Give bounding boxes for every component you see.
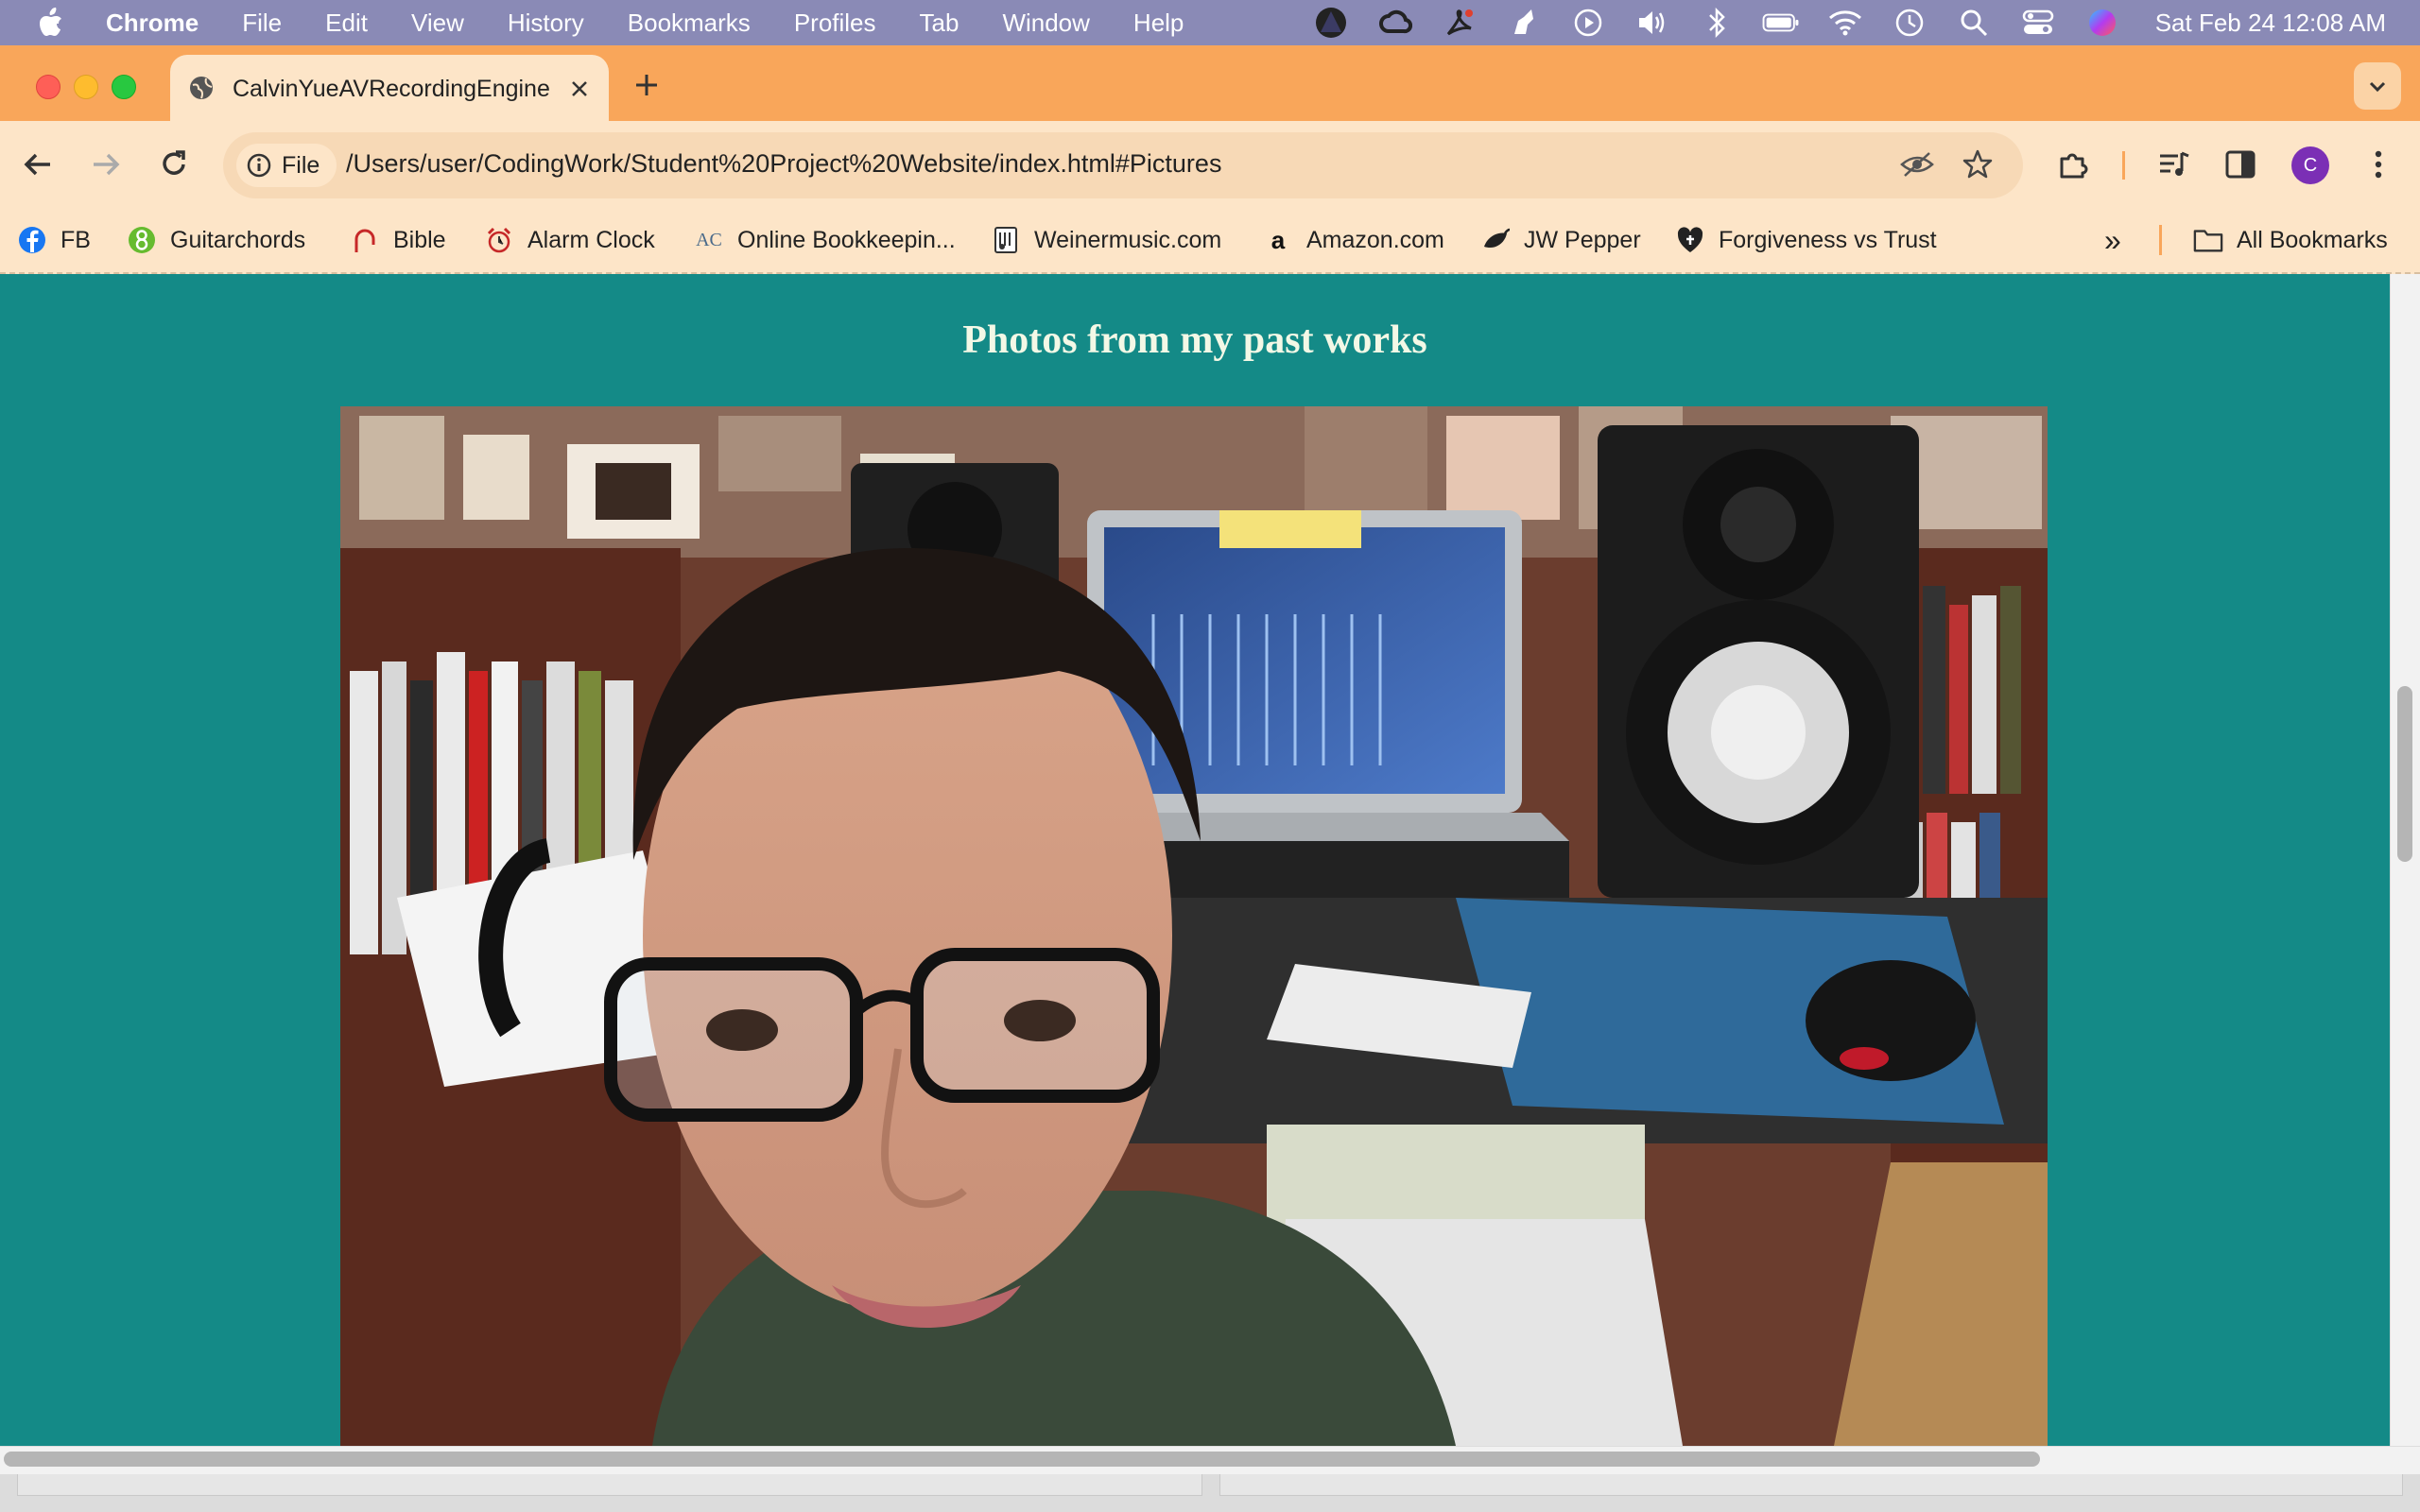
- menu-window[interactable]: Window: [1002, 9, 1089, 38]
- bookmark-online-bookkeeping[interactable]: AC Online Bookkeepin...: [694, 219, 956, 261]
- bookmark-star-icon[interactable]: [1957, 144, 1998, 185]
- macos-menu-bar: Chrome File Edit View History Bookmarks …: [0, 0, 2420, 45]
- back-button[interactable]: [17, 144, 59, 185]
- all-bookmarks-label: All Bookmarks: [2237, 226, 2388, 253]
- chrome-menu-icon[interactable]: [2358, 144, 2399, 185]
- acrobat-icon[interactable]: [1441, 4, 1478, 42]
- heart-shield-icon: [1675, 225, 1705, 255]
- bottom-panel-right: [1219, 1474, 2403, 1496]
- info-icon: [246, 152, 272, 179]
- wifi-icon[interactable]: [1826, 4, 1864, 42]
- time-machine-icon[interactable]: [1891, 4, 1928, 42]
- menu-help[interactable]: Help: [1133, 9, 1184, 38]
- bookmark-alarm-clock[interactable]: Alarm Clock: [484, 219, 655, 261]
- bookmark-label: Weinermusic.com: [1034, 226, 1222, 253]
- battery-icon[interactable]: [1762, 4, 1800, 42]
- toolbar-divider: [2122, 151, 2125, 180]
- horizontal-scrollbar-thumb[interactable]: [4, 1452, 2040, 1467]
- bookmarks-overflow-button[interactable]: »: [2104, 219, 2121, 261]
- forward-button[interactable]: [85, 144, 127, 185]
- bookmark-amazon[interactable]: a Amazon.com: [1263, 219, 1444, 261]
- bookmark-label: Alarm Clock: [527, 226, 655, 253]
- accounting-icon: AC: [696, 229, 722, 250]
- menu-bar-clock[interactable]: Sat Feb 24 12:08 AM: [2155, 9, 2386, 38]
- spotlight-search-icon[interactable]: [1955, 4, 1993, 42]
- reload-button[interactable]: [153, 144, 195, 185]
- profile-avatar[interactable]: C: [2291, 146, 2329, 184]
- bookmark-weinermusic[interactable]: Weinermusic.com: [991, 219, 1221, 261]
- window-close-button[interactable]: [36, 75, 60, 99]
- bookmark-label: Bible: [393, 226, 446, 253]
- control-center-icon[interactable]: [2019, 4, 2057, 42]
- side-panel-icon[interactable]: [2220, 144, 2261, 185]
- bookmark-forgiveness-vs-trust[interactable]: Forgiveness vs Trust: [1675, 219, 1937, 261]
- bookmark-label: Amazon.com: [1306, 226, 1444, 253]
- window-minimize-button[interactable]: [74, 75, 98, 99]
- section-heading: Photos from my past works: [962, 318, 1427, 362]
- bookmark-fb[interactable]: FB: [17, 219, 91, 261]
- bookmark-label: JW Pepper: [1524, 226, 1641, 253]
- tracking-protection-icon[interactable]: [1896, 144, 1938, 185]
- bookmark-jw-pepper[interactable]: JW Pepper: [1480, 219, 1641, 261]
- browser-tab[interactable]: CalvinYueAVRecordingEngine: [170, 55, 609, 123]
- folder-icon: [2193, 225, 2223, 255]
- globe-icon: [187, 74, 217, 104]
- vertical-scrollbar-thumb[interactable]: [2397, 686, 2412, 862]
- menu-chrome[interactable]: Chrome: [106, 9, 199, 38]
- menu-edit[interactable]: Edit: [325, 9, 368, 38]
- bookmark-label: Online Bookkeepin...: [737, 226, 956, 253]
- weinermusic-icon: [991, 225, 1021, 255]
- bookmark-bible[interactable]: Bible: [350, 219, 446, 261]
- bluetooth-icon[interactable]: [1698, 4, 1736, 42]
- facebook-icon: [17, 225, 47, 255]
- app-agent-icon[interactable]: [1505, 4, 1543, 42]
- tab-close-icon[interactable]: [567, 77, 592, 101]
- bookmark-label: FB: [60, 226, 91, 253]
- bookmark-label: Guitarchords: [170, 226, 306, 253]
- extensions-icon[interactable]: [2053, 144, 2095, 185]
- new-tab-button[interactable]: [628, 66, 666, 104]
- menu-profiles[interactable]: Profiles: [794, 9, 876, 38]
- studio-photo: [340, 406, 2048, 1446]
- alarm-clock-icon: [484, 225, 514, 255]
- window-bottom-edge: [0, 1474, 2420, 1512]
- creative-cloud-icon[interactable]: [1376, 4, 1414, 42]
- affinity-icon[interactable]: [1312, 4, 1350, 42]
- tab-search-button[interactable]: [2354, 62, 2401, 110]
- bookmark-label: Forgiveness vs Trust: [1719, 226, 1937, 253]
- tab-title: CalvinYueAVRecordingEngine: [233, 75, 550, 102]
- menu-tab[interactable]: Tab: [920, 9, 959, 38]
- play-icon[interactable]: [1569, 4, 1607, 42]
- menu-bookmarks[interactable]: Bookmarks: [628, 9, 751, 38]
- volume-icon[interactable]: [1634, 4, 1671, 42]
- site-info-chip[interactable]: File: [236, 144, 337, 187]
- profile-initial: C: [2303, 154, 2318, 176]
- apple-menu-icon[interactable]: [38, 8, 68, 38]
- amazon-icon: a: [1270, 225, 1286, 254]
- bible-icon: [350, 225, 380, 255]
- window-zoom-button[interactable]: [112, 75, 136, 99]
- bookmark-guitarchords[interactable]: Guitarchords: [127, 219, 305, 261]
- url-text[interactable]: /Users/user/CodingWork/Student%20Project…: [346, 149, 1221, 179]
- guitarchords-icon: [127, 225, 157, 255]
- menu-file[interactable]: File: [242, 9, 282, 38]
- jw-pepper-icon: [1480, 225, 1511, 255]
- menu-view[interactable]: View: [411, 9, 464, 38]
- menu-history[interactable]: History: [508, 9, 584, 38]
- siri-icon[interactable]: [2083, 4, 2121, 42]
- status-icons: Sat Feb 24 12:08 AM: [1312, 0, 2386, 45]
- bookmarks-divider: [2159, 225, 2162, 255]
- all-bookmarks-button[interactable]: All Bookmarks: [2193, 219, 2388, 261]
- bottom-panel-left: [17, 1474, 1202, 1496]
- scheme-label: File: [282, 151, 320, 179]
- media-controls-icon[interactable]: [2153, 144, 2195, 185]
- page-content: Photos from my past works: [0, 274, 2390, 1446]
